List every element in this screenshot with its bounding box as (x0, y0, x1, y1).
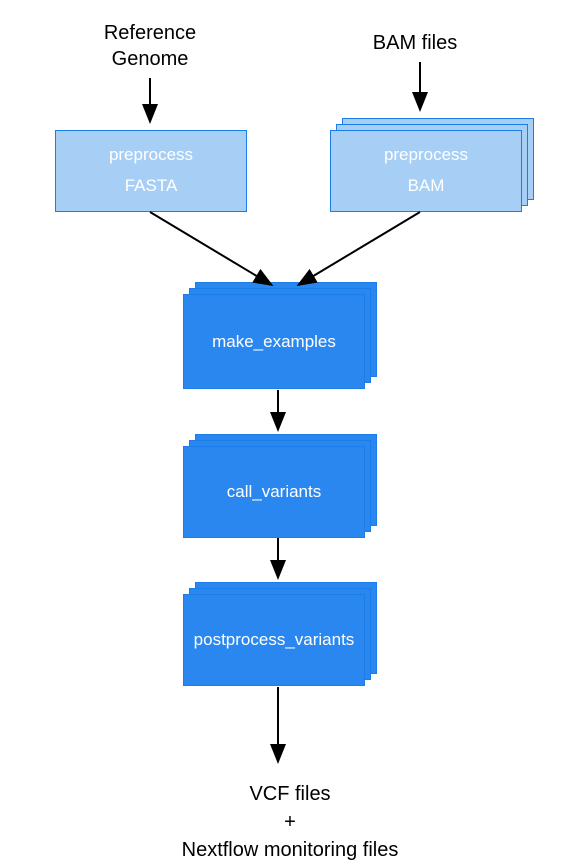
call-variants-box: call_variants (183, 446, 365, 538)
reference-label-line2: Genome (112, 48, 189, 70)
postprocess-variants-label: postprocess_variants (194, 630, 355, 650)
postprocess-variants-box: postprocess_variants (183, 594, 365, 686)
reference-genome-label: Reference Genome (85, 20, 215, 72)
make-examples-label: make_examples (212, 332, 336, 352)
bam-files-label: BAM files (355, 30, 475, 56)
preprocess-bam-box: preprocess BAM (330, 130, 522, 212)
bam-label-text: BAM files (373, 32, 457, 54)
make-examples-box: make_examples (183, 294, 365, 389)
output-line3: Nextflow monitoring files (182, 839, 399, 861)
reference-label-line1: Reference (104, 22, 196, 44)
preprocess-fasta-line2: FASTA (125, 171, 178, 202)
output-label: VCF files + Nextflow monitoring files (0, 780, 580, 864)
output-line1: VCF files (249, 783, 330, 805)
output-line2: + (284, 811, 296, 833)
preprocess-bam-line1: preprocess (384, 140, 468, 171)
preprocess-fasta-box: preprocess FASTA (55, 130, 247, 212)
preprocess-bam-line2: BAM (408, 171, 445, 202)
call-variants-label: call_variants (227, 482, 322, 502)
preprocess-fasta-line1: preprocess (109, 140, 193, 171)
